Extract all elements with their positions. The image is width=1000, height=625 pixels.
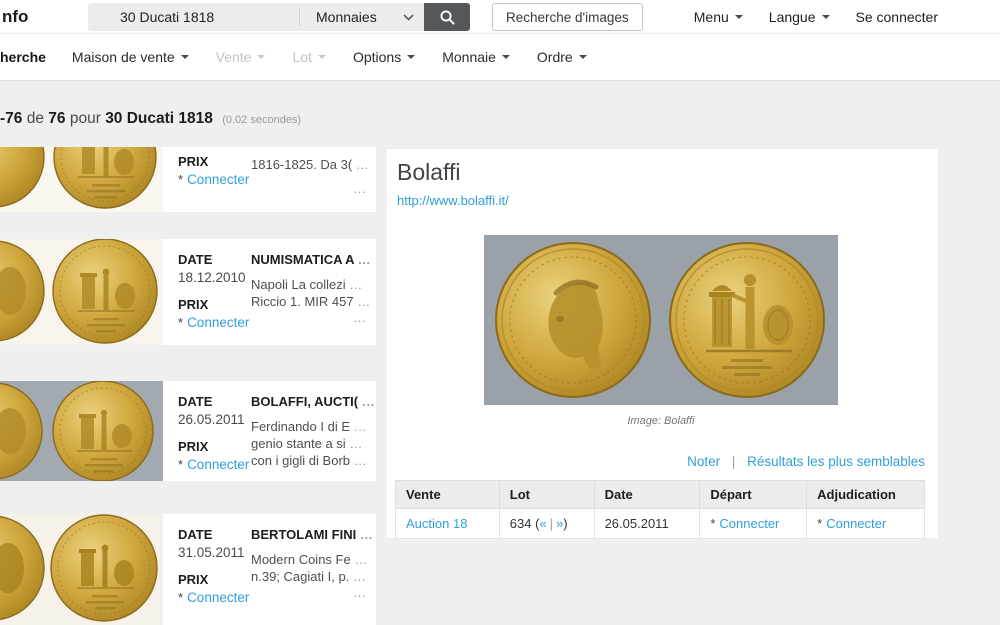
nav-item-ordre[interactable]: Ordre [537, 49, 587, 65]
coin-thumbnail[interactable] [0, 514, 163, 625]
chevron-down-icon [822, 15, 830, 19]
search-icon [439, 9, 456, 26]
chevron-down-icon [579, 55, 587, 59]
result-description: BERTOLAMI FINI … Modern Coins Fe … n.39;… [251, 514, 376, 625]
price-connect: *Connecter [178, 590, 251, 605]
chevron-down-icon [403, 14, 414, 21]
nav-item-lot: Lot [292, 49, 325, 65]
result-meta: DATE 26.05.2011 PRIX *Connecter [163, 381, 251, 481]
result-card[interactable]: DATE 18.12.2010 PRIX *Connecter NUMISMAT… [0, 239, 376, 345]
result-meta: DATE 18.12.2010 PRIX *Connecter [163, 239, 251, 345]
chevron-down-icon [257, 55, 265, 59]
language-dropdown[interactable]: Langue [769, 9, 830, 25]
date-label: DATE [178, 394, 251, 409]
chevron-down-icon [735, 15, 743, 19]
col-header-lot: Lot [499, 481, 594, 509]
coin-detail-image [484, 235, 838, 405]
price-connect: *Connecter [178, 172, 251, 187]
result-card[interactable]: DATE 31.05.2011 PRIX *Connecter BERTOLAM… [0, 514, 376, 625]
coin-thumbnail[interactable] [0, 147, 163, 212]
table-row: Auction 18 634 («|») 26.05.2011 *Connect… [396, 509, 925, 539]
search-time: (0.02 secondes) [222, 114, 301, 126]
chevron-down-icon [407, 55, 415, 59]
col-header-date: Date [594, 481, 700, 509]
result-card-selected[interactable]: DATE 26.05.2011 PRIX *Connecter BOLAFFI,… [0, 381, 376, 481]
detail-actions: Noter | Résultats les plus semblables [687, 454, 925, 469]
result-description: BOLAFFI, AUCTI( … Ferdinando I di E … ge… [251, 381, 376, 481]
image-search-button[interactable]: Recherche d'images [492, 3, 643, 31]
signin-link[interactable]: Se connecter [856, 9, 939, 25]
coin-thumbnail[interactable] [0, 381, 163, 481]
rate-link[interactable]: Noter [687, 454, 720, 469]
price-label: PRIX [178, 154, 251, 169]
site-logo[interactable]: nfo [2, 7, 28, 27]
nav-item-recherche[interactable]: herche [0, 49, 46, 65]
price-connect: *Connecter [178, 315, 251, 330]
col-header-vente: Vente [396, 481, 500, 509]
lot-cell: 634 («|») [499, 509, 594, 539]
date-label: DATE [178, 252, 251, 267]
header-links: Menu Langue Se connecter [694, 0, 938, 34]
auction-house-title: Bolaffi [397, 159, 461, 186]
price-label: PRIX [178, 572, 251, 587]
date-label: DATE [178, 527, 251, 542]
search-bar: Monnaies [88, 3, 470, 31]
chevron-down-icon [502, 55, 510, 59]
similar-results-link[interactable]: Résultats les plus semblables [747, 454, 925, 469]
page: nfo Monnaies Recherche d'images Menu [0, 0, 1000, 625]
nav-item-monnaie[interactable]: Monnaie [442, 49, 510, 65]
connect-link[interactable]: Connecter [187, 315, 249, 330]
date-value: 31.05.2011 [178, 545, 251, 560]
top-header: nfo Monnaies Recherche d'images Menu [0, 0, 1000, 34]
date-value: 26.05.2011 [178, 412, 251, 427]
connect-link[interactable]: Connecter [719, 516, 779, 531]
connect-link[interactable]: Connecter [826, 516, 886, 531]
date-value: 18.12.2010 [178, 270, 251, 285]
depart-cell: *Connecter [700, 509, 807, 539]
col-header-adjudication: Adjudication [807, 481, 925, 509]
result-meta: PRIX *Connecter [163, 147, 251, 212]
category-select-value: Monnaies [316, 9, 377, 25]
result-meta: DATE 31.05.2011 PRIX *Connecter [163, 514, 251, 625]
result-description: NUMISMATICA A … Napoli La collezi … Ricc… [251, 239, 376, 345]
chevron-down-icon [181, 55, 189, 59]
category-select[interactable]: Monnaies [300, 3, 424, 31]
connect-link[interactable]: Connecter [187, 172, 249, 187]
prev-lot-link[interactable]: « [539, 516, 546, 531]
connect-link[interactable]: Connecter [187, 457, 249, 472]
price-label: PRIX [178, 439, 251, 454]
connect-link[interactable]: Connecter [187, 590, 249, 605]
results-list: PRIX *Connecter 1816-1825. Da 3( … … [0, 147, 376, 625]
filter-menubar: herche Maison de vente Vente Lot Options… [0, 34, 1000, 81]
coin-thumbnail[interactable] [0, 239, 163, 345]
result-description: 1816-1825. Da 3( … … [251, 147, 376, 212]
adjudication-cell: *Connecter [807, 509, 925, 539]
image-caption: Image: Bolaffi [484, 415, 838, 427]
lot-table: Vente Lot Date Départ Adjudication Aucti… [395, 480, 925, 539]
result-card[interactable]: PRIX *Connecter 1816-1825. Da 3( … … [0, 147, 376, 212]
col-header-depart: Départ [700, 481, 807, 509]
nav-item-maison-de-vente[interactable]: Maison de vente [72, 49, 189, 65]
price-connect: *Connecter [178, 457, 251, 472]
nav-item-options[interactable]: Options [353, 49, 415, 65]
menu-dropdown[interactable]: Menu [694, 9, 743, 25]
auction-link[interactable]: Auction 18 [406, 516, 467, 531]
date-cell: 26.05.2011 [594, 509, 700, 539]
nav-item-vente: Vente [216, 49, 266, 65]
search-button[interactable] [424, 3, 470, 31]
results-count: -76 de 76 pour 30 Ducati 1818 (0.02 seco… [0, 110, 301, 128]
chevron-down-icon [318, 55, 326, 59]
search-input[interactable] [88, 3, 299, 31]
auction-house-url[interactable]: http://www.bolaffi.it/ [397, 193, 509, 208]
detail-panel: Bolaffi http://www.bolaffi.it/ [387, 149, 938, 538]
price-label: PRIX [178, 297, 251, 312]
